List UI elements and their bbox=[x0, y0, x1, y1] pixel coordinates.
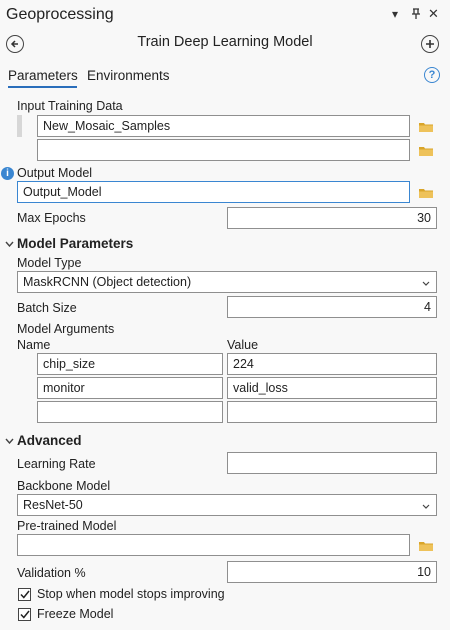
chevron-down-icon bbox=[422, 498, 430, 514]
validation-label: Validation % bbox=[17, 566, 86, 580]
panel-title: Geoprocessing bbox=[6, 6, 114, 23]
model-parameters-section[interactable]: Model Parameters bbox=[17, 236, 133, 251]
check-icon bbox=[19, 590, 30, 599]
max-epochs-label: Max Epochs bbox=[17, 211, 86, 225]
tool-title: Train Deep Learning Model bbox=[137, 34, 313, 50]
argument-value-cell[interactable]: 224 bbox=[227, 353, 437, 375]
argument-name-cell[interactable] bbox=[37, 401, 223, 423]
tab-parameters[interactable]: Parameters bbox=[8, 68, 78, 83]
backbone-model-select[interactable]: ResNet-50 bbox=[17, 494, 437, 516]
column-header-value: Value bbox=[227, 338, 259, 352]
max-epochs-field[interactable]: 30 bbox=[227, 207, 437, 229]
browse-folder-icon[interactable] bbox=[418, 540, 434, 551]
pretrained-model-label: Pre-trained Model bbox=[17, 519, 117, 533]
model-type-select[interactable]: MaskRCNN (Object detection) bbox=[17, 271, 437, 293]
batch-size-label: Batch Size bbox=[17, 301, 77, 315]
input-training-data-field-1[interactable]: New_Mosaic_Samples bbox=[37, 115, 410, 137]
panel-menu-dropdown-icon[interactable]: ▾ bbox=[392, 7, 398, 21]
learning-rate-field[interactable] bbox=[227, 452, 437, 474]
stop-improving-checkbox[interactable] bbox=[18, 588, 31, 601]
browse-folder-icon[interactable] bbox=[418, 121, 434, 132]
argument-value-cell[interactable]: valid_loss bbox=[227, 377, 437, 399]
validation-field[interactable]: 10 bbox=[227, 561, 437, 583]
column-header-name: Name bbox=[17, 338, 51, 352]
browse-folder-icon[interactable] bbox=[418, 145, 434, 156]
pretrained-model-field[interactable] bbox=[17, 534, 410, 556]
output-model-field[interactable]: Output_Model bbox=[17, 181, 410, 203]
active-tab-indicator bbox=[8, 86, 77, 88]
input-training-data-field-2[interactable] bbox=[37, 139, 410, 161]
plus-icon bbox=[426, 40, 434, 48]
argument-name-cell[interactable]: monitor bbox=[37, 377, 223, 399]
model-type-value: MaskRCNN (Object detection) bbox=[23, 275, 192, 289]
help-icon[interactable]: ? bbox=[424, 67, 440, 83]
backbone-model-value: ResNet-50 bbox=[23, 498, 83, 512]
input-training-data-label: Input Training Data bbox=[17, 99, 123, 113]
close-icon[interactable]: ✕ bbox=[428, 6, 439, 22]
pin-icon[interactable] bbox=[411, 8, 421, 23]
stop-improving-label[interactable]: Stop when model stops improving bbox=[37, 587, 225, 601]
argument-name-cell[interactable]: chip_size bbox=[37, 353, 223, 375]
advanced-section[interactable]: Advanced bbox=[17, 433, 82, 448]
argument-value-cell[interactable] bbox=[227, 401, 437, 423]
chevron-down-icon[interactable] bbox=[5, 239, 14, 250]
chevron-down-icon bbox=[422, 275, 430, 291]
backbone-model-label: Backbone Model bbox=[17, 479, 111, 493]
tab-environments[interactable]: Environments bbox=[87, 68, 170, 83]
batch-size-field[interactable]: 4 bbox=[227, 296, 437, 318]
required-indicator bbox=[17, 115, 22, 137]
model-type-label: Model Type bbox=[17, 256, 82, 270]
check-icon bbox=[19, 610, 30, 619]
info-icon[interactable]: i bbox=[1, 167, 14, 180]
freeze-model-checkbox[interactable] bbox=[18, 608, 31, 621]
chevron-down-icon[interactable] bbox=[5, 436, 14, 447]
model-arguments-label: Model Arguments bbox=[17, 322, 115, 336]
add-button[interactable] bbox=[421, 35, 439, 53]
freeze-model-label[interactable]: Freeze Model bbox=[37, 607, 113, 621]
learning-rate-label: Learning Rate bbox=[17, 457, 96, 471]
output-model-label: Output Model bbox=[17, 166, 93, 180]
browse-folder-icon[interactable] bbox=[418, 187, 434, 198]
